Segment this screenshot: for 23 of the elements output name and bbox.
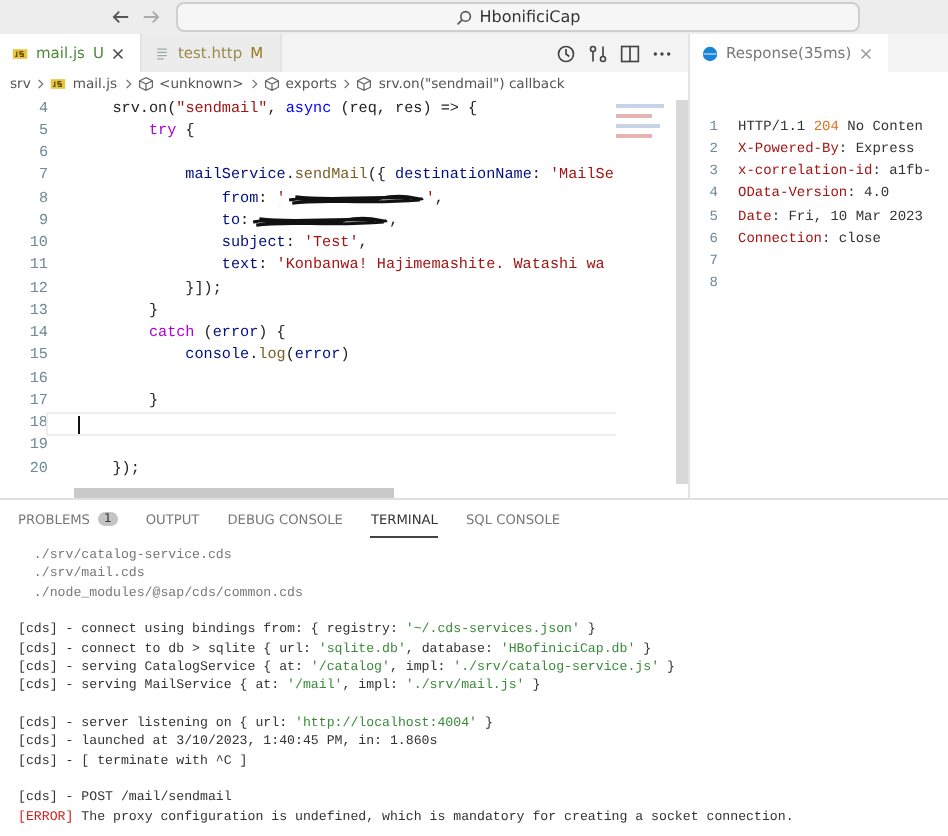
chevron-icon [249, 78, 258, 90]
close-icon[interactable] [111, 47, 124, 59]
javascript-file-icon [50, 76, 67, 92]
scrollbar[interactable] [676, 100, 688, 484]
globe-icon [702, 45, 718, 61]
split-editor-icon[interactable] [620, 43, 640, 63]
chevron-icon [123, 78, 132, 90]
cube-icon [356, 76, 373, 92]
back-icon[interactable] [112, 8, 130, 26]
command-center-search[interactable]: HbonificiCap [176, 2, 860, 32]
javascript-file-icon [12, 45, 28, 61]
text-cursor [78, 415, 80, 434]
redaction-scribble [249, 213, 390, 230]
cube-icon [263, 76, 280, 92]
file-icon [153, 45, 170, 61]
compare-changes-icon[interactable] [588, 43, 608, 63]
cube-icon [137, 76, 154, 92]
chevron-icon [342, 78, 351, 90]
scrollbar[interactable] [74, 488, 394, 498]
redaction-scribble [285, 191, 426, 208]
chevron-icon [36, 78, 45, 90]
search-icon [455, 9, 472, 25]
history-icon[interactable] [556, 43, 576, 63]
